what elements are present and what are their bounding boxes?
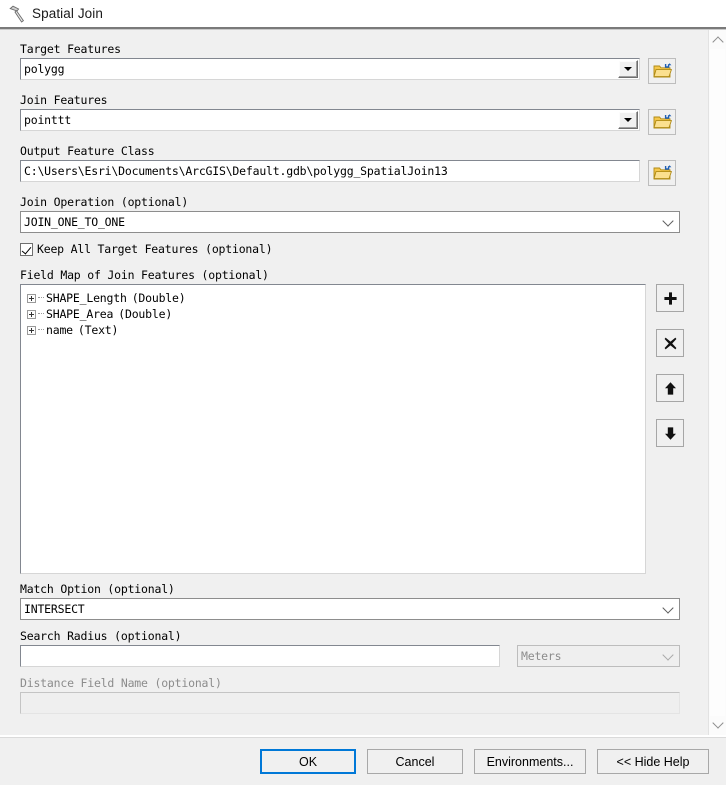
join-features-value: pointtt (24, 113, 72, 127)
field-type: (Double) (131, 291, 186, 305)
search-radius-units-value: Meters (521, 649, 562, 663)
move-down-button[interactable] (656, 419, 684, 447)
output-feature-class-input[interactable]: C:\Users\Esri\Documents\ArcGIS\Default.g… (20, 160, 640, 182)
triangle-down-icon[interactable] (618, 60, 638, 78)
search-radius-input[interactable] (20, 645, 500, 667)
hammer-tool-icon (7, 4, 27, 24)
field-type: (Double) (118, 307, 173, 321)
join-features-row: pointtt (20, 109, 692, 135)
cancel-button[interactable]: Cancel (367, 749, 463, 774)
window-title: Spatial Join (32, 6, 103, 21)
expand-plus-icon[interactable] (27, 293, 36, 303)
field-map-list[interactable]: SHAPE_Length (Double) SHAPE_Area (Double… (20, 284, 646, 574)
field-map-section: SHAPE_Length (Double) SHAPE_Area (Double… (20, 284, 692, 574)
join-operation-label: Join Operation (optional) (20, 195, 189, 209)
keep-all-target-features-row[interactable]: Keep All Target Features (optional) (20, 242, 692, 256)
ok-button[interactable]: OK (260, 749, 356, 774)
chevron-down-icon (662, 649, 674, 661)
triangle-down-icon[interactable] (618, 111, 638, 129)
tree-connector (38, 297, 44, 299)
match-option-value: INTERSECT (24, 602, 85, 616)
distance-field-name-label: Distance Field Name (optional) (20, 676, 222, 690)
chevron-down-icon (662, 602, 674, 614)
join-operation-value: JOIN_ONE_TO_ONE (24, 215, 125, 229)
output-feature-class-label: Output Feature Class (20, 144, 155, 158)
tree-connector (38, 313, 44, 315)
field-name: name (46, 323, 73, 337)
search-radius-label: Search Radius (optional) (20, 629, 182, 643)
window-titlebar: Spatial Join (0, 0, 726, 27)
list-item[interactable]: SHAPE_Length (Double) (27, 290, 645, 306)
join-features-browse-button[interactable] (648, 109, 676, 135)
expand-plus-icon[interactable] (27, 309, 36, 319)
target-features-value: polygg (24, 62, 65, 76)
match-option-label: Match Option (optional) (20, 582, 175, 596)
dialog-footer: OK Cancel Environments... << Hide Help (0, 738, 726, 785)
form-content: Target Features polygg Join Features poi… (0, 30, 692, 735)
distance-field-name-input[interactable] (20, 692, 680, 714)
target-features-row: polygg (20, 58, 692, 84)
tree-connector (38, 329, 44, 331)
scroll-up-button[interactable] (709, 32, 726, 49)
chevron-down-icon (711, 717, 724, 729)
output-feature-class-browse-button[interactable] (648, 160, 676, 186)
search-radius-units-select[interactable]: Meters (517, 645, 680, 667)
target-features-combo[interactable]: polygg (20, 58, 640, 80)
match-option-select[interactable]: INTERSECT (20, 598, 680, 620)
output-feature-class-row: C:\Users\Esri\Documents\ArcGIS\Default.g… (20, 160, 692, 186)
expand-plus-icon[interactable] (27, 325, 36, 335)
join-operation-select[interactable]: JOIN_ONE_TO_ONE (20, 211, 680, 233)
search-radius-row: Meters (20, 645, 692, 667)
field-name: SHAPE_Area (46, 307, 114, 321)
move-up-button[interactable] (656, 374, 684, 402)
keep-all-target-features-checkbox[interactable] (20, 242, 33, 256)
field-name: SHAPE_Length (46, 291, 127, 305)
field-map-toolbar (656, 284, 684, 464)
delete-field-button[interactable] (656, 329, 684, 357)
add-field-button[interactable] (656, 284, 684, 312)
dialog-body: Target Features polygg Join Features poi… (0, 30, 726, 735)
keep-all-target-features-label: Keep All Target Features (optional) (37, 242, 273, 256)
join-features-label: Join Features (20, 93, 108, 107)
field-map-label: Field Map of Join Features (optional) (20, 268, 269, 282)
hide-help-button[interactable]: << Hide Help (597, 749, 709, 774)
chevron-up-icon (711, 36, 724, 48)
target-features-browse-button[interactable] (648, 58, 676, 84)
environments-button[interactable]: Environments... (474, 749, 586, 774)
scrollbar-track[interactable] (710, 49, 725, 716)
scroll-down-button[interactable] (709, 716, 726, 733)
field-type: (Text) (77, 323, 119, 337)
join-features-combo[interactable]: pointtt (20, 109, 640, 131)
target-features-label: Target Features (20, 42, 121, 56)
chevron-down-icon (662, 215, 674, 227)
panel-scrollbar[interactable] (708, 30, 726, 735)
list-item[interactable]: name (Text) (27, 322, 645, 338)
list-item[interactable]: SHAPE_Area (Double) (27, 306, 645, 322)
